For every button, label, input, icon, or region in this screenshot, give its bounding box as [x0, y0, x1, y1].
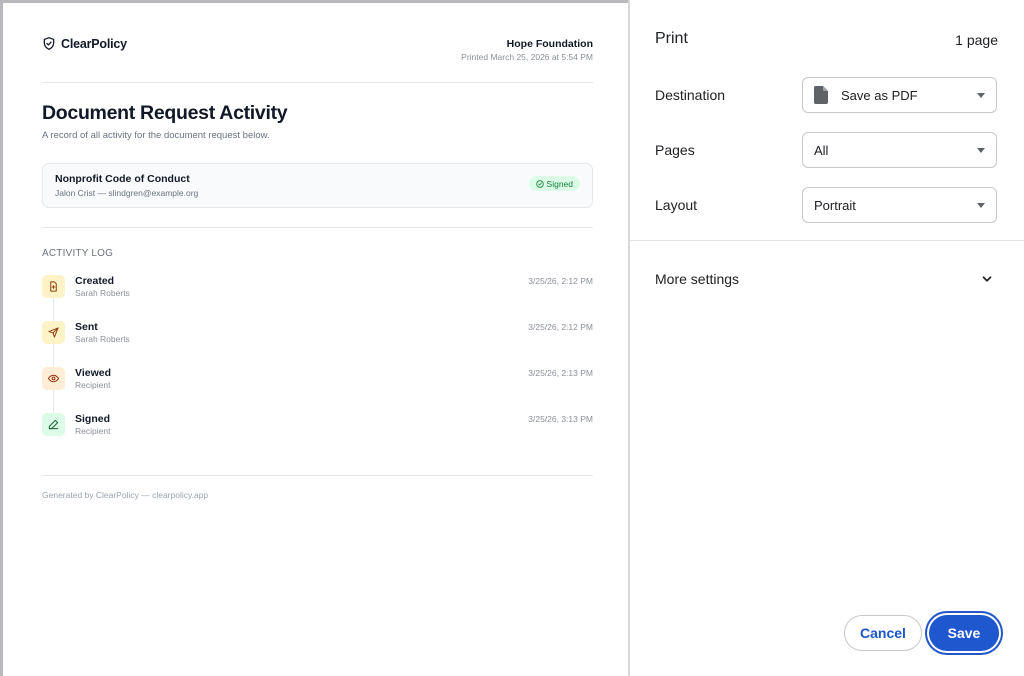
- layout-label: Layout: [655, 197, 698, 213]
- request-recipient: Jalon Crist — slindgren@example.org: [55, 188, 199, 198]
- activity-log-heading: ACTIVITY LOG: [42, 248, 114, 259]
- destination-label: Destination: [655, 87, 726, 103]
- page-title: Document Request Activity: [42, 102, 288, 124]
- header-divider: [42, 82, 593, 83]
- pages-select[interactable]: All: [802, 132, 997, 168]
- file-plus-icon: [50, 281, 57, 292]
- print-settings-panel: Print 1 page Destination Save as PDF Pag…: [630, 0, 1024, 676]
- activity-item: Created Sarah Roberts 3/25/26, 2:12 PM: [42, 275, 593, 307]
- activity-time: 3/25/26, 2:12 PM: [528, 276, 593, 286]
- print-preview: ClearPolicy Hope Foundation Printed Marc…: [0, 0, 628, 676]
- activity-actor: Recipient: [75, 380, 111, 390]
- activity-item: Viewed Recipient 3/25/26, 2:13 PM: [42, 367, 593, 399]
- activity-time: 3/25/26, 2:12 PM: [528, 322, 593, 332]
- brand-name: ClearPolicy: [61, 36, 127, 51]
- org-name: Hope Foundation: [506, 38, 593, 50]
- activity-actor: Sarah Roberts: [75, 334, 130, 344]
- printed-timestamp: Printed March 25, 2026 at 5:54 PM: [461, 52, 593, 62]
- footer-divider: [42, 475, 593, 476]
- page-footer: Generated by ClearPolicy — clearpolicy.a…: [42, 490, 209, 500]
- check-circle-icon: [535, 179, 544, 188]
- cancel-button[interactable]: Cancel: [844, 615, 922, 651]
- page-subtitle: A record of all activity for the documen…: [42, 130, 270, 141]
- request-title: Nonprofit Code of Conduct: [55, 173, 190, 185]
- activity-time: 3/25/26, 2:13 PM: [528, 368, 593, 378]
- destination-value: Save as PDF: [841, 87, 918, 103]
- brand-logo: ClearPolicy: [42, 36, 127, 51]
- pen-icon: [48, 419, 59, 430]
- destination-select[interactable]: Save as PDF: [802, 77, 997, 113]
- activity-item: Sent Sarah Roberts 3/25/26, 2:12 PM: [42, 321, 593, 353]
- activity-icon-box: [42, 321, 65, 344]
- activity-icon-box: [42, 275, 65, 298]
- send-icon: [48, 327, 59, 338]
- activity-actor: Recipient: [75, 426, 111, 436]
- layout-value: Portrait: [814, 197, 856, 213]
- page-count: 1 page: [955, 32, 998, 48]
- chevron-down-icon: [977, 93, 985, 98]
- activity-item: Signed Recipient 3/25/26, 3:13 PM: [42, 413, 593, 445]
- document-icon: [814, 86, 828, 104]
- chevron-down-icon: [977, 148, 985, 153]
- section-divider: [42, 227, 593, 228]
- eye-icon: [48, 374, 59, 383]
- request-card: Nonprofit Code of Conduct Jalon Crist — …: [42, 163, 593, 208]
- activity-name: Sent: [75, 321, 98, 333]
- activity-time: 3/25/26, 3:13 PM: [528, 414, 593, 424]
- activity-name: Created: [75, 275, 115, 287]
- save-button[interactable]: Save: [929, 615, 999, 651]
- activity-name: Viewed: [75, 367, 111, 379]
- status-badge-label: Signed: [546, 178, 573, 189]
- layout-select[interactable]: Portrait: [802, 187, 997, 223]
- chevron-down-icon[interactable]: [980, 272, 994, 286]
- org-block: Hope Foundation Printed March 25, 2026 a…: [461, 38, 593, 62]
- print-title: Print: [655, 30, 688, 47]
- status-badge: Signed: [528, 176, 580, 191]
- activity-name: Signed: [75, 413, 111, 425]
- panel-divider-horizontal: [630, 240, 1024, 241]
- pages-value: All: [814, 142, 829, 158]
- activity-icon-box: [42, 367, 65, 390]
- activity-icon-box: [42, 413, 65, 436]
- activity-actor: Sarah Roberts: [75, 288, 130, 298]
- more-settings-toggle[interactable]: More settings: [655, 271, 739, 287]
- shield-check-icon: [43, 37, 55, 50]
- chevron-down-icon: [977, 203, 985, 208]
- pages-label: Pages: [655, 142, 695, 158]
